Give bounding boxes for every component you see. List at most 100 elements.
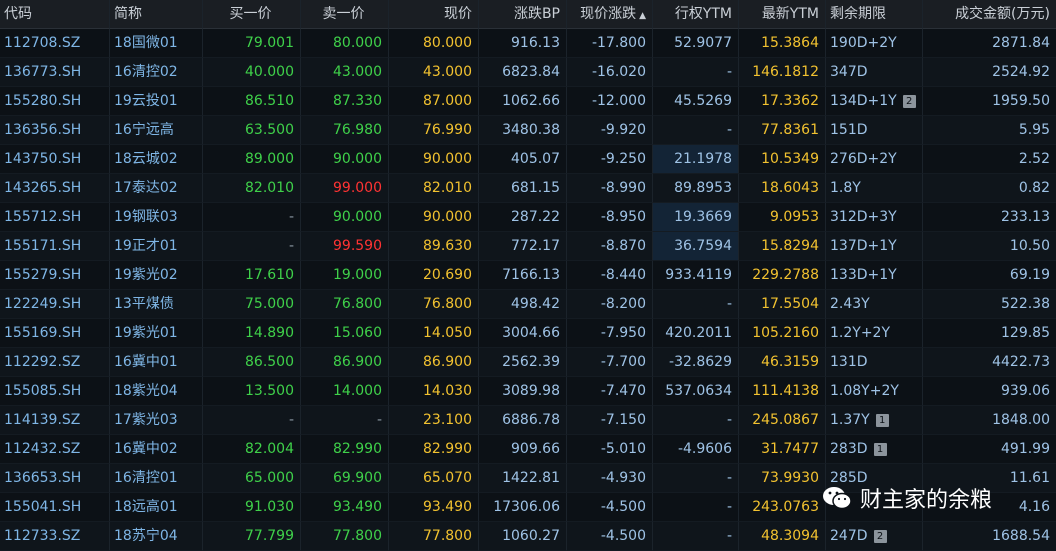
ytm-latest-cell: 9.0953: [739, 203, 826, 232]
col-header-term[interactable]: 剩余期限: [826, 0, 923, 29]
ask-cell: 19.000: [301, 261, 389, 290]
ytm-exercise-cell: -32.8629: [653, 348, 739, 377]
term-cell: 276D+2Y: [826, 145, 923, 174]
amount-cell: 1688.54: [923, 522, 1056, 551]
col-header-bid[interactable]: 买一价: [203, 0, 301, 29]
change-cell: -7.700: [567, 348, 653, 377]
table-row[interactable]: 122249.SH 13平煤债 75.000 76.800 76.800 498.42 -8…: [0, 290, 1056, 319]
price-cell: 89.630: [389, 232, 479, 261]
table-row[interactable]: 112708.SZ 18国微01 79.001 80.000 80.000 916.13-…: [0, 29, 1056, 58]
bid-cell: 86.500: [203, 348, 301, 377]
term-cell: 347D: [826, 58, 923, 87]
price-cell: 76.800: [389, 290, 479, 319]
bid-cell: 13.500: [203, 377, 301, 406]
term-cell: 134D+1Y 2: [826, 87, 923, 116]
bp-cell: 681.15: [479, 174, 567, 203]
col-header-ytm-latest[interactable]: 最新YTM: [739, 0, 826, 29]
bp-cell: 17306.06: [479, 493, 567, 522]
col-header-bp[interactable]: 涨跌BP: [479, 0, 567, 29]
name-cell: 16清控02: [110, 58, 203, 87]
term-value: 131D: [830, 354, 868, 370]
col-header-change[interactable]: 现价涨跌 ▲: [567, 0, 653, 29]
bp-cell: 7166.13: [479, 261, 567, 290]
ytm-latest-cell: 31.7477: [739, 435, 826, 464]
table-row[interactable]: 136773.SH 16清控02 40.000 43.000 43.000 6823.84…: [0, 58, 1056, 87]
change-cell: -8.990: [567, 174, 653, 203]
bid-cell: 40.000: [203, 58, 301, 87]
bid-cell: 82.004: [203, 435, 301, 464]
table-row[interactable]: 112292.SZ 16冀中01 86.500 86.900 86.900 2562.39…: [0, 348, 1056, 377]
term-value: 283D: [830, 441, 868, 457]
col-header-change-label: 现价涨跌: [580, 6, 637, 22]
table-row[interactable]: 155085.SH 18紫光04 13.500 14.000 14.030 3089.98…: [0, 377, 1056, 406]
option-count-badge[interactable]: 1: [873, 442, 887, 456]
table-row[interactable]: 114139.SZ 17紫光03- -23.100 6886.78 -7.150-245…: [0, 406, 1056, 435]
price-cell: 14.030: [389, 377, 479, 406]
code-cell: 112292.SZ: [0, 348, 110, 377]
col-header-price[interactable]: 现价: [389, 0, 479, 29]
price-cell: 82.990: [389, 435, 479, 464]
code-cell: 143750.SH: [0, 145, 110, 174]
ask-cell: -: [301, 406, 389, 435]
option-count-badge[interactable]: 2: [873, 529, 887, 543]
col-header-amount[interactable]: 成交金额(万元): [923, 0, 1056, 29]
code-cell: 155712.SH: [0, 203, 110, 232]
price-cell: 14.050: [389, 319, 479, 348]
table-row[interactable]: 143265.SH 17泰达02 82.010 99.000 82.010 681.15-…: [0, 174, 1056, 203]
term-cell: 1.2Y+2Y: [826, 319, 923, 348]
table-row[interactable]: 155280.SH 19云投01 86.510 87.330 87.000 1062.66…: [0, 87, 1056, 116]
bid-cell: 65.000: [203, 464, 301, 493]
ytm-exercise-cell: -: [653, 493, 739, 522]
option-count-badge[interactable]: 1: [875, 413, 889, 427]
change-cell: -7.150: [567, 406, 653, 435]
name-cell: 16冀中01: [110, 348, 203, 377]
change-cell: -8.950: [567, 203, 653, 232]
ytm-latest-cell: 245.0867: [739, 406, 826, 435]
ytm-latest-cell: 17.5504: [739, 290, 826, 319]
table-row[interactable]: 155169.SH 19紫光01 14.890 15.060 14.050 3004.66…: [0, 319, 1056, 348]
sort-asc-icon: ▲: [639, 11, 646, 21]
table-row[interactable]: 155171.SH 19正才01-99.590 89.630 772.17 -8.870…: [0, 232, 1056, 261]
table-row[interactable]: 143750.SH 18云城02 89.000 90.000 90.000 405.07-…: [0, 145, 1056, 174]
code-cell: 155169.SH: [0, 319, 110, 348]
amount-cell: 4422.73: [923, 348, 1056, 377]
term-value: 134D+1Y: [830, 93, 897, 109]
name-cell: 18远高01: [110, 493, 203, 522]
option-count-badge[interactable]: 2: [902, 94, 916, 108]
price-cell: 80.000: [389, 29, 479, 58]
table-row[interactable]: 112432.SZ 16冀中02 82.004 82.990 82.990 909.66-…: [0, 435, 1056, 464]
table-row[interactable]: 136356.SH 16宁远高 63.500 76.980 76.990 3480.38-…: [0, 116, 1056, 145]
ytm-exercise-cell: 19.3669: [653, 203, 739, 232]
col-header-code[interactable]: 代码: [0, 0, 110, 29]
price-cell: 43.000: [389, 58, 479, 87]
table-row[interactable]: 112733.SZ 18苏宁04 77.799 77.800 77.800 1060.27…: [0, 522, 1056, 551]
col-header-ytm-exercise[interactable]: 行权YTM: [653, 0, 739, 29]
ask-cell: 82.990: [301, 435, 389, 464]
code-cell: 122249.SH: [0, 290, 110, 319]
code-cell: 112733.SZ: [0, 522, 110, 551]
ask-cell: 15.060: [301, 319, 389, 348]
change-cell: -4.500: [567, 493, 653, 522]
bp-cell: 1060.27: [479, 522, 567, 551]
price-cell: 87.000: [389, 87, 479, 116]
bid-cell: 77.799: [203, 522, 301, 551]
term-cell: 283D 1: [826, 435, 923, 464]
term-cell: 137D+1Y: [826, 232, 923, 261]
table-row[interactable]: 155712.SH 19钢联03-90.000 90.000 287.22 -8.950…: [0, 203, 1056, 232]
ytm-latest-cell: 111.4138: [739, 377, 826, 406]
col-header-name[interactable]: 简称: [110, 0, 203, 29]
price-cell: 90.000: [389, 145, 479, 174]
bp-cell: 6886.78: [479, 406, 567, 435]
amount-cell: 1959.50: [923, 87, 1056, 116]
table-row[interactable]: 155279.SH 19紫光02 17.610 19.000 20.690 7166.13…: [0, 261, 1056, 290]
term-value: 1.08Y+2Y: [830, 383, 899, 399]
name-cell: 17泰达02: [110, 174, 203, 203]
term-cell: 1.37Y 1: [826, 406, 923, 435]
ask-cell: 99.590: [301, 232, 389, 261]
ytm-exercise-cell: 45.5269: [653, 87, 739, 116]
ytm-latest-cell: 48.3094: [739, 522, 826, 551]
col-header-ask[interactable]: 卖一价: [301, 0, 389, 29]
price-cell: 65.070: [389, 464, 479, 493]
ask-cell: 43.000: [301, 58, 389, 87]
bp-cell: 916.13: [479, 29, 567, 58]
